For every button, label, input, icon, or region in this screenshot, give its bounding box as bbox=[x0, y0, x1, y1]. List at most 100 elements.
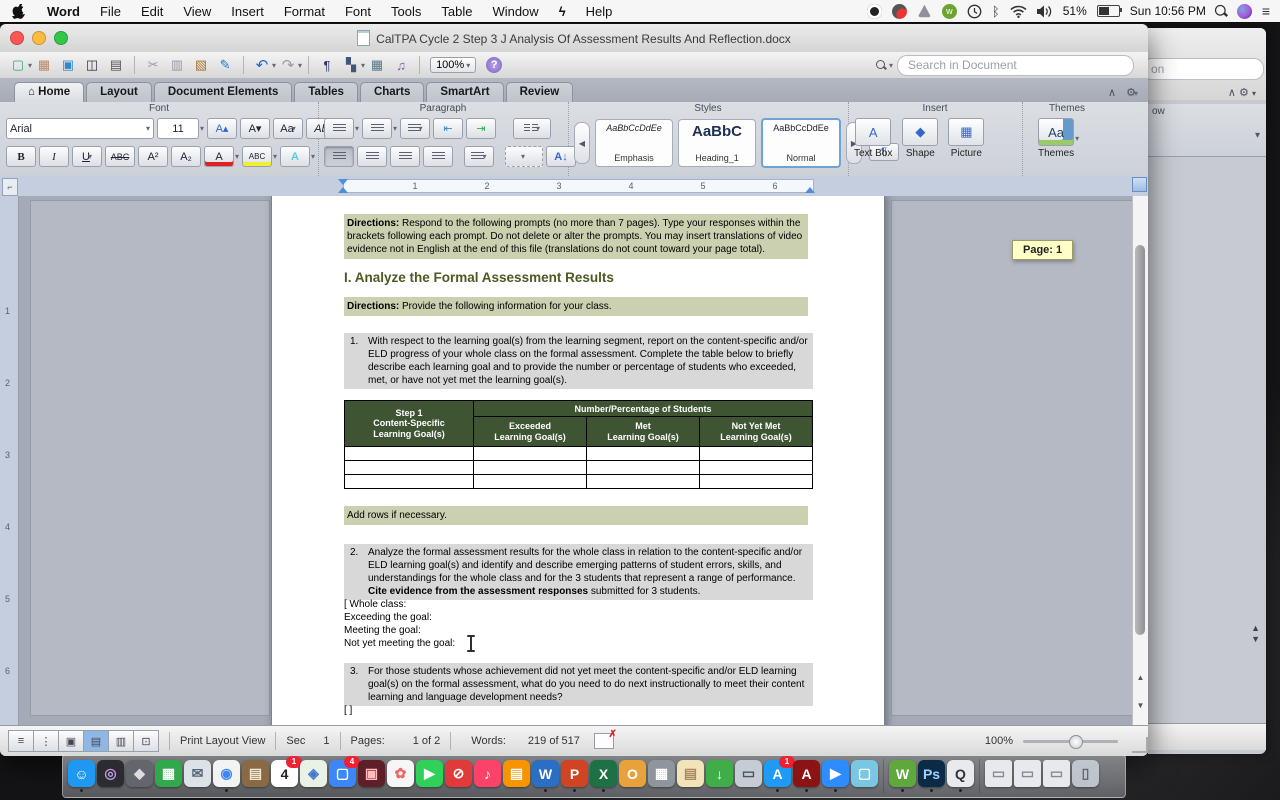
superscript-button[interactable]: A² bbox=[138, 146, 168, 167]
dock-item[interactable]: ◎ bbox=[96, 760, 125, 792]
tab-stop-selector[interactable]: ⌐ bbox=[2, 178, 18, 196]
menu-item[interactable]: Edit bbox=[131, 4, 173, 19]
background-search-input[interactable]: on bbox=[1142, 58, 1264, 80]
dock-item[interactable]: X bbox=[589, 760, 618, 792]
tab-home[interactable]: ⌂ Home bbox=[14, 82, 84, 102]
tab-tables[interactable]: Tables bbox=[294, 82, 358, 102]
new-dd-icon[interactable]: ▾ bbox=[28, 61, 32, 70]
dock-item[interactable]: ▶ bbox=[415, 760, 444, 792]
apple-menu[interactable] bbox=[0, 4, 37, 19]
tab-layout[interactable]: Layout bbox=[86, 82, 152, 102]
menu-item[interactable]: View bbox=[173, 4, 221, 19]
vertical-scrollbar[interactable]: ▲ ▼ bbox=[1132, 196, 1148, 726]
bullets-button[interactable] bbox=[324, 118, 354, 139]
utility-icon[interactable] bbox=[917, 4, 932, 19]
dock-item[interactable]: Ps bbox=[917, 760, 946, 792]
dock-item[interactable]: ▦ bbox=[154, 760, 183, 792]
menu-app-name[interactable]: Word bbox=[37, 4, 90, 19]
dock-item[interactable]: ♪ bbox=[473, 760, 502, 792]
scroll-up-icon[interactable]: ▲ bbox=[1133, 670, 1148, 686]
dock-item[interactable]: W bbox=[531, 760, 560, 792]
menu-item[interactable]: Font bbox=[335, 4, 381, 19]
show-formatting-button[interactable]: ¶ bbox=[317, 56, 337, 75]
volume-icon[interactable] bbox=[1037, 5, 1053, 18]
dock-item[interactable]: ▢4 bbox=[328, 760, 357, 792]
dock-item[interactable]: ▤ bbox=[241, 760, 270, 792]
paste-button[interactable]: ▧ bbox=[191, 56, 211, 75]
bg-gear-dd-icon[interactable]: ▾ bbox=[1252, 89, 1256, 98]
tab-smartart[interactable]: SmartArt bbox=[426, 82, 503, 102]
response-3[interactable]: [ ] bbox=[344, 704, 352, 717]
gallery-button[interactable]: ▦ bbox=[34, 56, 54, 75]
horizontal-ruler[interactable]: 123456 bbox=[0, 176, 1148, 197]
bg-scroll-arrows[interactable]: ▲ ▼ bbox=[1251, 623, 1260, 645]
redo-dd-icon[interactable]: ▾ bbox=[298, 61, 302, 70]
view-button[interactable]: ⋮ bbox=[34, 730, 59, 752]
numbering-button[interactable] bbox=[362, 118, 392, 139]
menu-help[interactable]: Help bbox=[576, 4, 623, 19]
shrink-font-button[interactable]: A▾ bbox=[240, 118, 270, 139]
dock-item[interactable]: ▤ bbox=[676, 760, 705, 792]
script-menu-icon[interactable]: ϟ bbox=[549, 4, 576, 19]
view-button[interactable]: ⊡ bbox=[134, 730, 159, 752]
recording-app-icon[interactable] bbox=[892, 4, 907, 19]
view-button[interactable]: ▣ bbox=[59, 730, 84, 752]
dock-item[interactable]: A1 bbox=[763, 760, 792, 792]
wifi-icon[interactable] bbox=[1010, 5, 1027, 18]
notification-center-icon[interactable]: ≡ bbox=[1262, 3, 1270, 19]
undo-button[interactable]: ↶ bbox=[252, 56, 272, 75]
font-size-dd-icon[interactable]: ▾ bbox=[200, 124, 204, 133]
subscript-button[interactable]: A₂ bbox=[171, 146, 201, 167]
dock-item[interactable]: ▢ bbox=[850, 760, 879, 792]
assessment-table[interactable]: Step 1 Content-Specific Learning Goal(s)… bbox=[344, 400, 813, 489]
font-size-select[interactable]: 11 bbox=[157, 118, 199, 139]
dock-item[interactable]: ▦ bbox=[647, 760, 676, 792]
dock-item[interactable]: 41 bbox=[270, 760, 299, 792]
align-left-button[interactable] bbox=[324, 146, 354, 167]
font-name-select[interactable]: Arial▾ bbox=[6, 118, 154, 139]
battery-icon[interactable] bbox=[1097, 5, 1120, 17]
document-page[interactable]: Directions: Respond to the following pro… bbox=[271, 196, 885, 726]
style-emphasis[interactable]: AaBbCcDdEe Emphasis bbox=[595, 119, 673, 167]
background-window[interactable]: on ∧ ⚙ ▾ ow ▾ ▲ ▼ bbox=[1148, 28, 1266, 754]
italic-button[interactable]: I bbox=[39, 146, 69, 167]
dock-item[interactable]: ▣ bbox=[357, 760, 386, 792]
columns-button[interactable]: ▚ bbox=[341, 56, 361, 75]
minimized-window[interactable]: ▭ bbox=[1042, 760, 1071, 792]
tab-charts[interactable]: Charts bbox=[360, 82, 424, 102]
table-row[interactable] bbox=[344, 461, 813, 475]
spotlight-icon[interactable] bbox=[1215, 4, 1228, 17]
themes-dd-icon[interactable]: ▾ bbox=[1075, 134, 1079, 143]
menu-item[interactable]: Tools bbox=[381, 4, 431, 19]
tables-button[interactable]: ▦ bbox=[367, 56, 387, 75]
open-button[interactable]: ▣ bbox=[58, 56, 78, 75]
time-machine-icon[interactable] bbox=[967, 4, 982, 19]
dock-item[interactable]: ◆ bbox=[125, 760, 154, 792]
first-line-indent-marker[interactable] bbox=[338, 179, 348, 185]
bg-collapse-ribbon-icon[interactable]: ∧ bbox=[1228, 87, 1236, 99]
copy-button[interactable]: ▥ bbox=[167, 56, 187, 75]
table-row[interactable] bbox=[344, 447, 813, 461]
insert-button[interactable]: ▦ Picture bbox=[948, 118, 984, 159]
print-button[interactable]: ▤ bbox=[106, 56, 126, 75]
grow-font-button[interactable]: A▴ bbox=[207, 118, 237, 139]
dock-item[interactable]: Q bbox=[946, 760, 975, 792]
bg-gear-icon[interactable]: ⚙ bbox=[1239, 87, 1249, 99]
text-columns-button[interactable]: ▾ bbox=[513, 118, 551, 139]
bg-scroll-down-icon[interactable]: ▼ bbox=[1251, 634, 1260, 644]
insert-button[interactable]: ◆ Shape bbox=[902, 118, 938, 159]
strikethrough-button[interactable]: ABC bbox=[105, 146, 135, 167]
dock-item[interactable]: ☺ bbox=[67, 760, 96, 792]
words-value[interactable]: 219 of 517 bbox=[528, 735, 580, 747]
trash[interactable]: ▯ bbox=[1071, 760, 1100, 792]
themes-button[interactable]: Aa Themes bbox=[1038, 118, 1074, 159]
format-painter-button[interactable]: ✎ bbox=[215, 56, 235, 75]
underline-button[interactable]: U▾ bbox=[72, 146, 102, 167]
save-button[interactable]: ◫ bbox=[82, 56, 102, 75]
resize-grip[interactable] bbox=[1132, 737, 1148, 753]
minimized-window[interactable]: ▭ bbox=[984, 760, 1013, 792]
view-label[interactable]: Print Layout View bbox=[180, 735, 265, 747]
justify-button[interactable] bbox=[423, 146, 453, 167]
insert-button[interactable]: A Text Box bbox=[854, 118, 892, 159]
table-row[interactable] bbox=[344, 475, 813, 489]
